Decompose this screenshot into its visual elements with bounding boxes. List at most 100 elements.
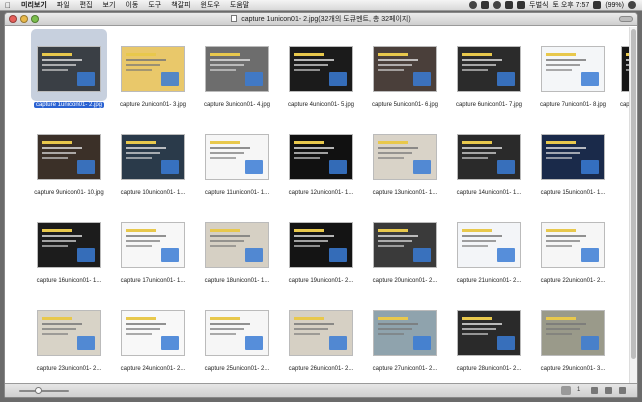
input-method[interactable]: 두벌식 (529, 0, 548, 11)
thumbnail-image[interactable] (205, 46, 269, 92)
thumbnail-caption[interactable]: capture 12unicon01- 1... (283, 189, 359, 197)
thumbnail-item[interactable]: capture 29unicon01- 3... (535, 293, 611, 377)
thumbnail-item[interactable]: capture 16unicon01- 1... (31, 205, 107, 289)
fit-icon[interactable] (619, 387, 626, 394)
bluetooth-icon[interactable] (481, 1, 490, 9)
dropbox-icon[interactable] (469, 1, 478, 9)
thumbnail-caption[interactable]: capture 4unicon01- 5.jpg (283, 101, 359, 109)
volume-icon[interactable] (517, 1, 526, 9)
thumbnail-image[interactable] (289, 134, 353, 180)
thumbnail-caption[interactable]: capture 25unicon01- 2... (199, 365, 275, 373)
thumbnail-item[interactable]: capture 12unicon01- 1... (283, 117, 359, 201)
thumbnail-image[interactable] (289, 222, 353, 268)
thumbnail-item[interactable]: capture 2unicon01- 3.jpg (115, 29, 187, 113)
thumbnail-image[interactable] (37, 134, 101, 180)
thumbnail-item[interactable]: capture 17unicon01- 1... (115, 205, 191, 289)
thumbnail-image[interactable] (541, 310, 605, 356)
menu-item[interactable]: 도움말 (225, 0, 254, 11)
thumbnail-item[interactable]: capture 25unicon01- 2... (199, 293, 275, 377)
thumbnail-caption[interactable]: capture 21unicon01- 2... (451, 277, 527, 285)
document-icon[interactable] (231, 15, 238, 22)
zoom-button[interactable] (31, 15, 39, 23)
thumbnail-caption[interactable]: capture 26unicon01- 2... (283, 365, 359, 373)
thumbnail-caption[interactable]: capture 14unicon01- 1... (451, 189, 527, 197)
menu-item[interactable]: 파일 (52, 0, 75, 11)
thumbnail-image[interactable] (121, 46, 185, 92)
thumbnail-caption[interactable]: capture 7unicon01- 8.jpg (535, 101, 611, 109)
thumbnail-caption[interactable]: capture 13unicon01- 1... (367, 189, 443, 197)
menu-item[interactable]: 책갈피 (166, 0, 195, 11)
thumbnail-image[interactable] (121, 134, 185, 180)
thumbnail-item[interactable]: capture 27unicon01- 2... (367, 293, 443, 377)
battery-icon[interactable] (593, 1, 602, 9)
thumbnail-caption[interactable]: capture 5unicon01- 6.jpg (367, 101, 443, 109)
thumbnail-item[interactable]: capture 15unicon01- 1... (535, 117, 611, 201)
thumbnail-image[interactable] (457, 134, 521, 180)
thumbnail-image[interactable] (457, 310, 521, 356)
thumbnail-image[interactable] (541, 134, 605, 180)
thumbnail-item[interactable]: capture 19unicon01- 2... (283, 205, 359, 289)
thumbnail-item[interactable]: capture 3unicon01- 4.jpg (199, 29, 271, 113)
thumbnail-image[interactable] (457, 46, 521, 92)
thumbnail-caption[interactable]: capture 22unicon01- 2... (535, 277, 611, 285)
thumbnail-item[interactable]: capture 22unicon01- 2... (535, 205, 611, 289)
thumbnail-image[interactable] (457, 222, 521, 268)
thumbnail-caption[interactable]: capture 9unicon01- 10.jpg (31, 189, 107, 197)
spotlight-icon[interactable] (628, 1, 636, 9)
thumbnail-item[interactable]: capture 5unicon01- 6.jpg (367, 29, 439, 113)
thumbnail-caption[interactable]: capture 2unicon01- 3.jpg (115, 101, 191, 109)
thumbnail-size-slider[interactable] (19, 390, 69, 392)
thumbnail-caption[interactable]: capture 10unicon01- 1... (115, 189, 191, 197)
thumbnail-image[interactable] (373, 310, 437, 356)
thumbnail-caption[interactable]: capture 17unicon01- 1... (115, 277, 191, 285)
thumbnail-item[interactable]: capture 23unicon01- 2... (31, 293, 107, 377)
scrollbar-knob[interactable] (631, 29, 636, 359)
thumbnail-image[interactable] (37, 46, 101, 92)
thumbnail-caption[interactable]: capture 27unicon01- 2... (367, 365, 443, 373)
thumbnail-item[interactable]: capture 7unicon01- 8.jpg (535, 29, 607, 113)
time-machine-icon[interactable] (493, 1, 502, 9)
menu-item[interactable]: 이동 (120, 0, 143, 11)
thumbnail-item[interactable]: capture 26unicon01- 2... (283, 293, 359, 377)
clock[interactable]: 토 오후 7:57 (552, 0, 589, 11)
thumbnail-item[interactable]: capture 14unicon01- 1... (451, 117, 527, 201)
thumbnail-caption[interactable]: capture 24unicon01- 2... (115, 365, 191, 373)
thumbnail-item[interactable]: capture 10unicon01- 1... (115, 117, 191, 201)
thumbnail-image[interactable] (37, 310, 101, 356)
thumbnail-item[interactable]: capture 18unicon01- 1... (199, 205, 275, 289)
minimize-button[interactable] (20, 15, 28, 23)
thumbnail-caption[interactable]: capture 23unicon01- 2... (31, 365, 107, 373)
thumbnail-caption[interactable]: capture 3unicon01- 4.jpg (199, 101, 275, 109)
thumbnail-caption[interactable]: capture 1unicon01- 2.jpg (31, 101, 107, 109)
apple-icon[interactable]:  (0, 0, 16, 11)
thumbnail-item[interactable]: capture 24unicon01- 2... (115, 293, 191, 377)
thumbnail-caption[interactable]: capture 19unicon01- 2... (283, 277, 359, 285)
thumbnail-image[interactable] (541, 222, 605, 268)
thumbnail-caption[interactable]: capture 29unicon01- 3... (535, 365, 611, 373)
thumbnail-image[interactable] (373, 222, 437, 268)
thumbnail-image[interactable] (205, 134, 269, 180)
thumbnail-image[interactable] (289, 46, 353, 92)
grid-view-button[interactable] (561, 386, 571, 395)
menu-item[interactable]: 도구 (143, 0, 166, 11)
thumbnail-item[interactable]: capture 6unicon01- 7.jpg (451, 29, 523, 113)
thumbnail-image[interactable] (289, 310, 353, 356)
thumbnail-item[interactable]: capture 21unicon01- 2... (451, 205, 527, 289)
menu-item[interactable]: 미리보기 (16, 0, 52, 11)
thumbnail-item[interactable]: capture 9unicon01- 10.jpg (31, 117, 107, 201)
thumbnail-image[interactable] (541, 46, 605, 92)
menu-item[interactable]: 윈도우 (196, 0, 225, 11)
thumbnail-caption[interactable]: capture 15unicon01- 1... (535, 189, 611, 197)
menu-item[interactable]: 편집 (75, 0, 98, 11)
thumbnail-caption[interactable]: capture 6unicon01- 7.jpg (451, 101, 527, 109)
thumbnail-item[interactable]: capture 13unicon01- 1... (367, 117, 443, 201)
thumbnail-item[interactable]: capture 1unicon01- 2.jpg (31, 29, 107, 113)
thumbnail-caption[interactable]: capture 28unicon01- 2... (451, 365, 527, 373)
thumbnail-caption[interactable]: capture 16unicon01- 1... (31, 277, 107, 285)
zoom-in-icon[interactable] (605, 387, 612, 394)
thumbnail-caption[interactable]: capture 18unicon01- 1... (199, 277, 275, 285)
thumbnail-image[interactable] (205, 310, 269, 356)
thumbnail-item[interactable]: capture 28unicon01- 2... (451, 293, 527, 377)
toolbar-toggle-button[interactable] (619, 16, 633, 22)
menu-item[interactable]: 보기 (98, 0, 121, 11)
